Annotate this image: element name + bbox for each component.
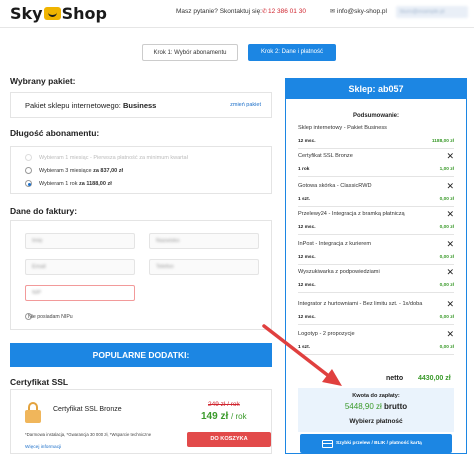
summary-item: Przelewy24 - Integracja z bramką płatnic… xyxy=(298,209,454,235)
netto-value: 4430,00 zł xyxy=(418,375,451,382)
ssl-card: Certyfikat SSL Bronze 249 zł / rok 149 z… xyxy=(10,389,272,454)
user-account-box[interactable]: biuro@example.pl xyxy=(396,6,468,18)
amount-due-value: 5448,90 zł brutto xyxy=(344,402,408,411)
ssl-product-name: Certyfikat SSL Bronze xyxy=(53,406,122,413)
summary-item-name: Wyszukiwarka z podpowiedziami xyxy=(298,269,380,275)
radio-1-year[interactable] xyxy=(25,180,32,187)
summary-item-name: Logotyp - 2 propozycje xyxy=(298,331,355,337)
tab-step-1[interactable]: Krok 1: Wybór abonamentu xyxy=(142,44,238,61)
summary-item-qty: 12 msc. xyxy=(298,255,316,260)
summary-title: Podsumowanie: xyxy=(352,113,399,119)
remove-item-icon[interactable]: ✕ xyxy=(446,239,454,250)
summary-item-price: 0,00 zł xyxy=(439,255,454,260)
summary-item-qty: 1 rok xyxy=(298,167,310,172)
shop-name-header: Sklep: ab057 xyxy=(286,79,466,99)
more-info-link[interactable]: Więcej informacji xyxy=(25,445,61,450)
phone-icon: ✆ xyxy=(262,9,268,15)
summary-item: Gotowa skórka - ClassicRWD ✕ 1 szt. 0,00 zł xyxy=(298,181,454,207)
email-link[interactable]: info@sky-shop.pl xyxy=(337,8,387,15)
summary-item: Integrator z hurtowniami - Bez limitu sz… xyxy=(298,299,454,325)
remove-item-icon[interactable]: ✕ xyxy=(446,299,454,310)
tab-step-2[interactable]: Krok 2: Dane i płatność xyxy=(248,44,336,61)
option-1-year-label: Wybieram 1 rok za 1188,00 zł xyxy=(39,181,112,187)
mail-icon: ✉ xyxy=(330,9,336,15)
summary-item-qty: 12 msc. xyxy=(298,315,316,320)
fast-transfer-pay-button[interactable]: Szybki przelew / BLIK / płatność kartą xyxy=(300,434,452,453)
package-section-title: Wybrany pakiet: xyxy=(10,76,76,86)
last-name-field[interactable]: Nazwisko xyxy=(149,233,259,249)
summary-item-price: 1188,00 zł xyxy=(431,139,454,144)
summary-item-name: InPost - Integracja z kurierem xyxy=(298,241,372,247)
invoice-section-title: Dane do faktury: xyxy=(10,206,78,216)
summary-item-qty: 12 msc. xyxy=(298,283,316,288)
skyshop-logo[interactable]: Sky Shop xyxy=(10,4,107,23)
remove-item-icon[interactable]: ✕ xyxy=(446,181,454,192)
ssl-features-note: *Darmowa instalacja, *Gwarancja 30 000 z… xyxy=(25,432,152,437)
summary-item-name: Przelewy24 - Integracja z bramką płatnic… xyxy=(298,211,405,217)
nip-field[interactable]: NIP xyxy=(25,285,135,301)
summary-item-name: Sklep internetowy - Pakiet Business xyxy=(298,125,387,131)
contact-question: Masz pytanie? Skontaktuj się: xyxy=(176,8,262,15)
option-1-month-label: Wybieram 1 miesiąc - Pierwsza płatność z… xyxy=(39,155,188,161)
ssl-new-price: 149 zł / rok xyxy=(201,411,247,422)
summary-item-qty: 12 msc. xyxy=(298,139,316,144)
summary-item: InPost - Integracja z kurierem ✕ 12 msc. 0,… xyxy=(298,239,454,265)
package-box: Pakiet sklepu internetowego: Business zm… xyxy=(10,92,272,118)
summary-item-qty: 12 msc. xyxy=(298,225,316,230)
summary-item-name: Gotowa skórka - ClassicRWD xyxy=(298,183,372,189)
summary-item-qty: 1 szt. xyxy=(298,197,310,202)
ssl-old-price: 249 zł / rok xyxy=(208,401,240,408)
summary-item-price: 0,00 zł xyxy=(439,283,454,288)
option-3-months-label: Wybieram 3 miesiące za 837,00 zł xyxy=(39,168,124,174)
popular-addons-button[interactable]: POPULARNE DODATKI: xyxy=(10,343,272,367)
add-to-cart-button[interactable]: DO KOSZYKA xyxy=(187,432,271,447)
summary-item-price: 1,00 zł xyxy=(439,167,454,172)
duration-section-title: Długość abonamentu: xyxy=(10,128,100,138)
radio-3-months[interactable] xyxy=(25,167,32,174)
smile-icon xyxy=(43,7,61,20)
no-nip-label: Nie posiadam NIPu xyxy=(28,314,73,320)
remove-item-icon[interactable]: ✕ xyxy=(446,151,454,162)
phone-field[interactable]: Telefon xyxy=(149,259,259,275)
remove-item-icon[interactable]: ✕ xyxy=(446,267,454,278)
package-text: Pakiet sklepu internetowego: Business xyxy=(25,101,157,110)
summary-item-price: 0,00 zł xyxy=(439,197,454,202)
netto-label: netto xyxy=(386,375,404,382)
remove-item-icon[interactable]: ✕ xyxy=(446,209,454,220)
amount-due-box: Kwota do zapłaty: 5448,90 zł brutto Wybi… xyxy=(298,388,454,432)
first-name-field[interactable]: Imię xyxy=(25,233,135,249)
summary-item-price: 0,00 zł xyxy=(439,225,454,230)
summary-item-name: Certyfikat SSL Bronze xyxy=(298,153,353,159)
summary-item: Logotyp - 2 propozycje ✕ 1 szt. 0,00 zł xyxy=(298,329,454,355)
summary-item-qty: 1 szt. xyxy=(298,345,310,350)
summary-item-price: 0,00 zł xyxy=(439,345,454,350)
phone-number[interactable]: 12 386 01 30 xyxy=(268,8,306,15)
order-summary-panel: Sklep: ab057 Podsumowanie: Sklep interne… xyxy=(285,78,467,454)
summary-item: Sklep internetowy - Pakiet Business 12 ms… xyxy=(298,125,454,149)
change-package-link[interactable]: zmień pakiet xyxy=(230,102,261,108)
lock-icon xyxy=(25,402,41,424)
summary-item: Wyszukiwarka z podpowiedziami ✕ 12 msc. 0,0… xyxy=(298,267,454,293)
email-field[interactable]: Email xyxy=(25,259,135,275)
amount-due-label: Kwota do zapłaty: xyxy=(352,393,400,399)
summary-item-name: Integrator z hurtowniami - Bez limitu sz… xyxy=(298,301,423,307)
top-bar: Sky Shop Masz pytanie? Skontaktuj się: ✆ … xyxy=(0,0,474,28)
summary-item: Certyfikat SSL Bronze ✕ 1 rok 1,00 zł xyxy=(298,151,454,177)
summary-item-price: 0,00 zł xyxy=(439,315,454,320)
radio-1-month[interactable] xyxy=(25,154,32,161)
card-icon xyxy=(322,440,333,448)
duration-box: Wybieram 1 miesiąc - Pierwsza płatność z… xyxy=(10,146,272,194)
remove-item-icon[interactable]: ✕ xyxy=(446,329,454,340)
choose-payment-label: Wybierz płatność xyxy=(349,418,403,425)
ssl-section-title: Certyfikat SSL xyxy=(10,377,69,387)
